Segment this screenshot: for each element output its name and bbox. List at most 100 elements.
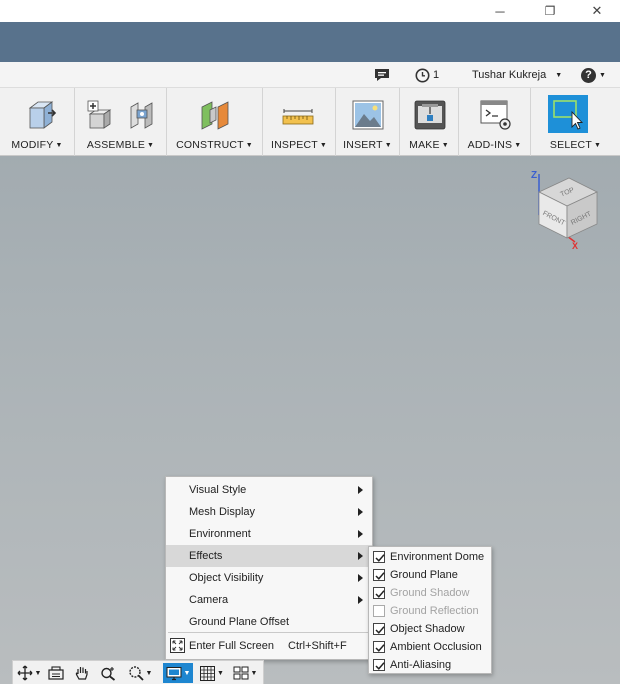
submenu-arrow-icon [358,530,363,538]
menu-item-camera[interactable]: Camera [166,589,372,611]
orbit-button[interactable]: ▼ [15,663,43,683]
view-cube[interactable]: TOP FRONT RIGHT Z X [525,168,605,253]
checkbox-checked[interactable] [373,641,385,653]
toolbar-group-label: MODIFY ▼ [11,139,63,151]
scripts-addins-icon [480,100,511,130]
close-button[interactable]: ✕ [577,0,617,22]
info-bar: 1 Tushar Kukreja ▼ ? ▼ [0,62,620,88]
window-titlebar: ─ ❐ ✕ [0,0,620,22]
toolbar-group-make[interactable]: MAKE ▼ [400,88,459,156]
menu-item-environment[interactable]: Environment [166,523,372,545]
effect-ground-reflection: Ground Reflection [369,602,491,620]
chevron-down-icon: ▼ [555,71,563,79]
zoom-window-icon [128,666,144,681]
effect-object-shadow[interactable]: Object Shadow [369,620,491,638]
menu-item-mesh-display[interactable]: Mesh Display [166,501,372,523]
toolbar-group-label: INSERT ▼ [343,139,392,151]
zoom-icon [101,667,116,681]
application-header-band [0,22,620,62]
menu-item-effects[interactable]: Effects [166,545,372,567]
menu-item-ground-plane-offset[interactable]: Ground Plane Offset [166,611,372,633]
chevron-down-icon: ▼ [34,669,42,677]
submenu-arrow-icon [358,596,363,604]
effects-submenu: Environment Dome Ground Plane Ground Sha… [368,546,492,674]
chat-bubble-icon [375,69,389,81]
minimize-icon: ─ [495,3,505,19]
submenu-arrow-icon [358,552,363,560]
checkbox-checked[interactable] [373,659,385,671]
checkmark-icon [375,626,385,634]
toolbar-group-assemble[interactable]: ASSEMBLE ▼ [75,88,167,156]
fullscreen-icon [170,638,185,653]
look-at-button[interactable] [45,663,67,683]
effect-ground-plane[interactable]: Ground Plane [369,566,491,584]
display-settings-button[interactable]: ▼ [163,663,193,683]
navigation-bar: ▼ ▼ ▼ ▼ ▼ [12,660,264,684]
menu-item-enter-full-screen[interactable]: Enter Full Screen Ctrl+Shift+F [166,635,372,657]
main-toolbar: MODIFY ▼ ASSEMBLE ▼ CONSTRUCT ▼ INSPECT … [0,88,620,156]
shortcut-label: Ctrl+Shift+F [288,640,347,652]
chevron-down-icon: ▼ [145,669,153,677]
job-status-button[interactable]: 1 [415,62,439,88]
checkbox-unchecked [373,605,385,617]
user-account-menu[interactable]: Tushar Kukreja ▼ [472,62,562,88]
toolbar-group-label: INSPECT ▼ [270,139,328,151]
insert-image-icon [352,100,384,130]
toolbar-group-insert[interactable]: INSERT ▼ [336,88,400,156]
toolbar-group-label: MAKE ▼ [409,139,449,151]
grid-snaps-button[interactable]: ▼ [197,663,227,683]
toolbar-group-label: SELECT ▼ [549,139,602,151]
new-component-icon [87,100,112,129]
toolbar-group-label: CONSTRUCT ▼ [176,139,253,151]
toolbar-group-construct[interactable]: CONSTRUCT ▼ [167,88,263,156]
checkmark-icon [375,554,385,562]
checkbox-checked[interactable] [373,569,385,581]
toolbar-group-label: ASSEMBLE ▼ [86,139,155,151]
view-cube-x-label: X [572,241,578,251]
toolbar-group-label: ADD-INS ▼ [467,139,522,151]
job-count: 1 [433,69,440,81]
toolbar-group-modify[interactable]: MODIFY ▼ [0,88,75,156]
checkmark-icon [375,644,385,652]
3d-print-icon [414,100,446,130]
select-cursor-icon [548,95,588,133]
viewports-button[interactable]: ▼ [229,663,261,683]
pan-button[interactable] [71,663,93,683]
pan-hand-icon [75,667,88,680]
help-button[interactable]: ? ▼ [581,62,606,88]
display-monitor-icon [166,666,182,680]
effect-ambient-occlusion[interactable]: Ambient Occlusion [369,638,491,656]
chevron-down-icon: ▼ [514,142,522,149]
checkmark-icon [375,662,385,670]
orbit-icon [17,665,32,681]
press-pull-icon [28,101,57,129]
checkmark-icon [375,572,385,580]
toolbar-group-add-ins[interactable]: ADD-INS ▼ [459,88,531,156]
zoom-button[interactable] [97,663,119,683]
offset-plane-icon [201,101,229,130]
chevron-down-icon: ▼ [441,142,449,149]
effect-ground-shadow: Ground Shadow [369,584,491,602]
menu-item-visual-style[interactable]: Visual Style [166,479,372,501]
grid-icon [200,665,216,681]
checkbox-checked[interactable] [373,623,385,635]
toolbar-group-inspect[interactable]: INSPECT ▼ [263,88,336,156]
checkbox-checked[interactable] [373,551,385,563]
restore-button[interactable]: ❐ [530,0,570,22]
display-settings-menu: Visual Style Mesh Display Environment Ef… [165,476,373,660]
fit-zoom-window-button[interactable]: ▼ [123,663,157,683]
chevron-down-icon: ▼ [183,669,191,677]
submenu-arrow-icon [358,486,363,494]
menu-item-object-visibility[interactable]: Object Visibility [166,567,372,589]
restore-icon: ❐ [544,4,556,18]
submenu-arrow-icon [358,574,363,582]
chevron-down-icon: ▼ [599,71,606,79]
effect-anti-aliasing[interactable]: Anti-Aliasing [369,656,491,674]
submenu-arrow-icon [358,508,363,516]
notifications-button[interactable] [374,62,390,88]
effect-environment-dome[interactable]: Environment Dome [369,548,491,566]
minimize-button[interactable]: ─ [480,0,520,22]
toolbar-group-select[interactable]: SELECT ▼ [531,88,620,156]
measure-icon [282,109,314,125]
chevron-down-icon: ▼ [593,142,602,149]
